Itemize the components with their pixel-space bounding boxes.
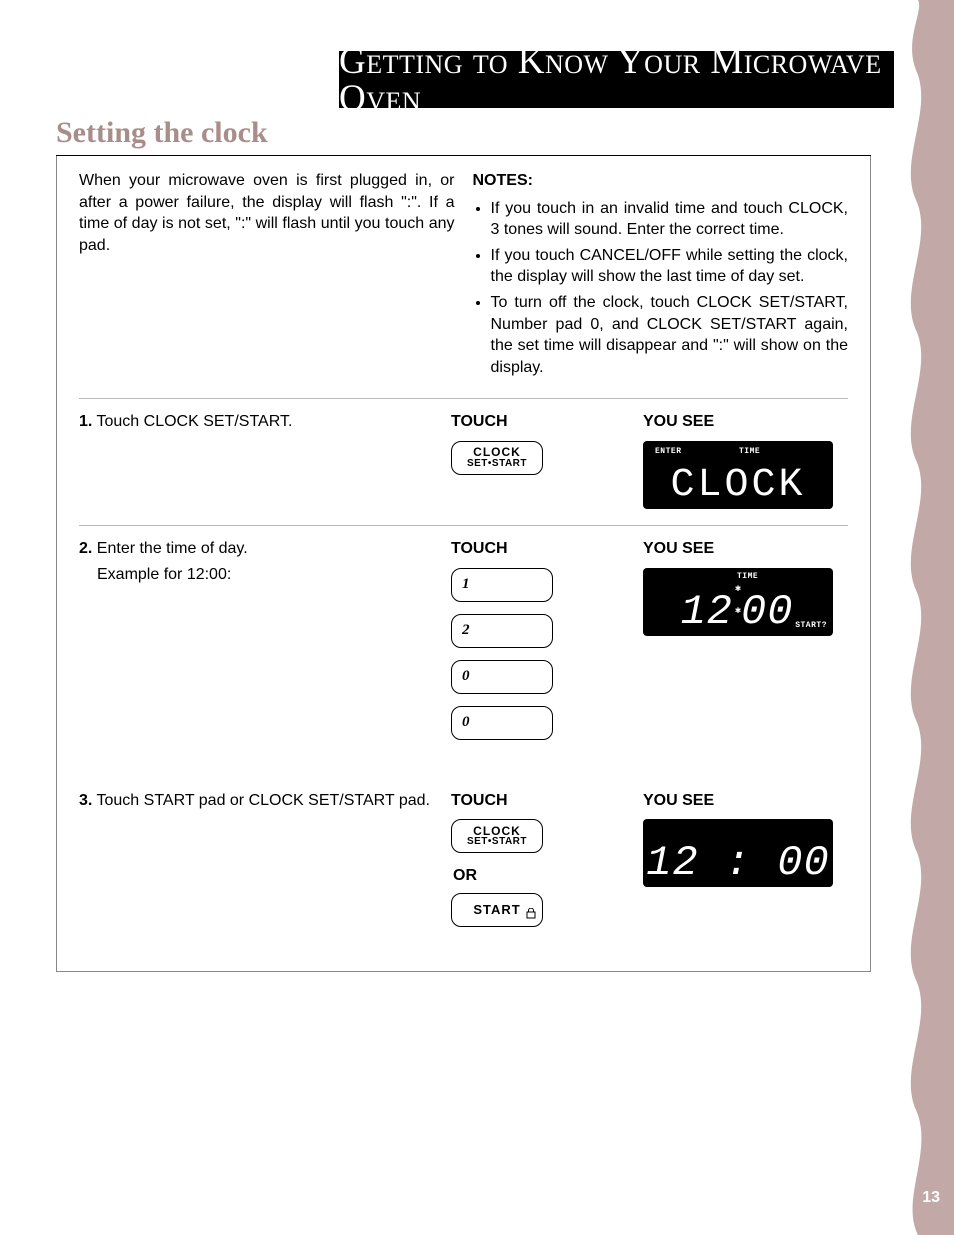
- yousee-label: YOU SEE: [643, 790, 848, 812]
- yousee-column: YOU SEE TIME 12 ✱ ✱ 00 START?: [643, 538, 848, 752]
- intro-text: When your microwave oven is first plugge…: [79, 170, 455, 256]
- page-number: 13: [922, 1189, 940, 1207]
- step-example: Example for 12:00:: [97, 564, 439, 586]
- step-instruction: 3. Touch START pad or CLOCK SET/START pa…: [79, 790, 439, 939]
- step-text: Touch CLOCK SET/START.: [97, 413, 293, 430]
- intro-right: NOTES: If you touch in an invalid time a…: [473, 170, 849, 382]
- display-screen-2: TIME 12 ✱ ✱ 00 START?: [643, 568, 833, 636]
- start-pad: START: [451, 893, 543, 927]
- touch-label: TOUCH: [451, 790, 631, 812]
- touch-column: TOUCH CLOCK SET•START OR START: [451, 790, 631, 939]
- yousee-column: YOU SEE 12 : 00: [643, 790, 848, 939]
- screen-time-value: 12 : 00: [643, 835, 833, 892]
- screen-start-prompt: START?: [795, 621, 827, 632]
- chapter-title-bar: Getting to Know Your Microwave Oven: [339, 51, 894, 108]
- step-number: 1.: [79, 413, 92, 430]
- pad-label-line2: SET•START: [467, 837, 527, 848]
- display-screen-1: ENTER TIME CLOCK: [643, 441, 833, 509]
- manual-page: 13 Getting to Know Your Microwave Oven S…: [0, 0, 954, 1235]
- screen-hours: 12: [651, 584, 733, 641]
- separator: [79, 768, 848, 778]
- section-title: Setting the clock: [56, 116, 268, 150]
- note-item: To turn off the clock, touch CLOCK SET/S…: [491, 292, 849, 378]
- screen-seg-text: CLOCK: [643, 459, 833, 513]
- content-box: When your microwave oven is first plugge…: [56, 156, 871, 972]
- screen-time-text: TIME: [737, 572, 758, 583]
- separator: [79, 525, 848, 526]
- right-margin-decoration: 13: [894, 0, 954, 1235]
- yousee-column: YOU SEE ENTER TIME CLOCK: [643, 411, 848, 509]
- note-item: If you touch in an invalid time and touc…: [491, 198, 849, 241]
- screen-enter-text: ENTER: [655, 447, 682, 458]
- intro-columns: When your microwave oven is first plugge…: [79, 170, 848, 382]
- touch-label: TOUCH: [451, 538, 631, 560]
- step-text: Enter the time of day.: [97, 540, 248, 557]
- step-number: 3.: [79, 792, 92, 809]
- touch-label: TOUCH: [451, 411, 631, 433]
- screen-time-text: TIME: [739, 447, 760, 458]
- separator: [79, 398, 848, 399]
- notes-list: If you touch in an invalid time and touc…: [473, 198, 849, 379]
- step-number: 2.: [79, 540, 92, 557]
- notes-label: NOTES:: [473, 172, 533, 189]
- step-2: 2. Enter the time of day. Example for 12…: [79, 538, 848, 752]
- touch-column: TOUCH CLOCK SET•START: [451, 411, 631, 509]
- pad-label-line2: SET•START: [467, 459, 527, 470]
- yousee-label: YOU SEE: [643, 411, 848, 433]
- step-instruction: 2. Enter the time of day. Example for 12…: [79, 538, 439, 752]
- display-screen-3: 12 : 00: [643, 819, 833, 887]
- step-3: 3. Touch START pad or CLOCK SET/START pa…: [79, 790, 848, 939]
- number-pad-1: 1: [451, 568, 553, 602]
- clock-set-start-pad: CLOCK SET•START: [451, 819, 543, 853]
- screen-minutes: 00: [741, 584, 811, 641]
- pad-label: START: [473, 903, 520, 917]
- note-item: If you touch CANCEL/OFF while setting th…: [491, 245, 849, 288]
- number-pad-0: 0: [451, 706, 553, 740]
- clock-set-start-pad: CLOCK SET•START: [451, 441, 543, 475]
- touch-column: TOUCH 1 2 0 0: [451, 538, 631, 752]
- chapter-title: Getting to Know Your Microwave Oven: [339, 43, 894, 117]
- number-pad-2: 2: [451, 614, 553, 648]
- yousee-label: YOU SEE: [643, 538, 848, 560]
- or-label: OR: [453, 865, 631, 887]
- lock-icon: [526, 908, 536, 923]
- intro-left: When your microwave oven is first plugge…: [79, 170, 455, 382]
- number-pad-0: 0: [451, 660, 553, 694]
- step-text: Touch START pad or CLOCK SET/START pad.: [97, 792, 430, 809]
- step-1: 1. Touch CLOCK SET/START. TOUCH CLOCK SE…: [79, 411, 848, 509]
- step-instruction: 1. Touch CLOCK SET/START.: [79, 411, 439, 509]
